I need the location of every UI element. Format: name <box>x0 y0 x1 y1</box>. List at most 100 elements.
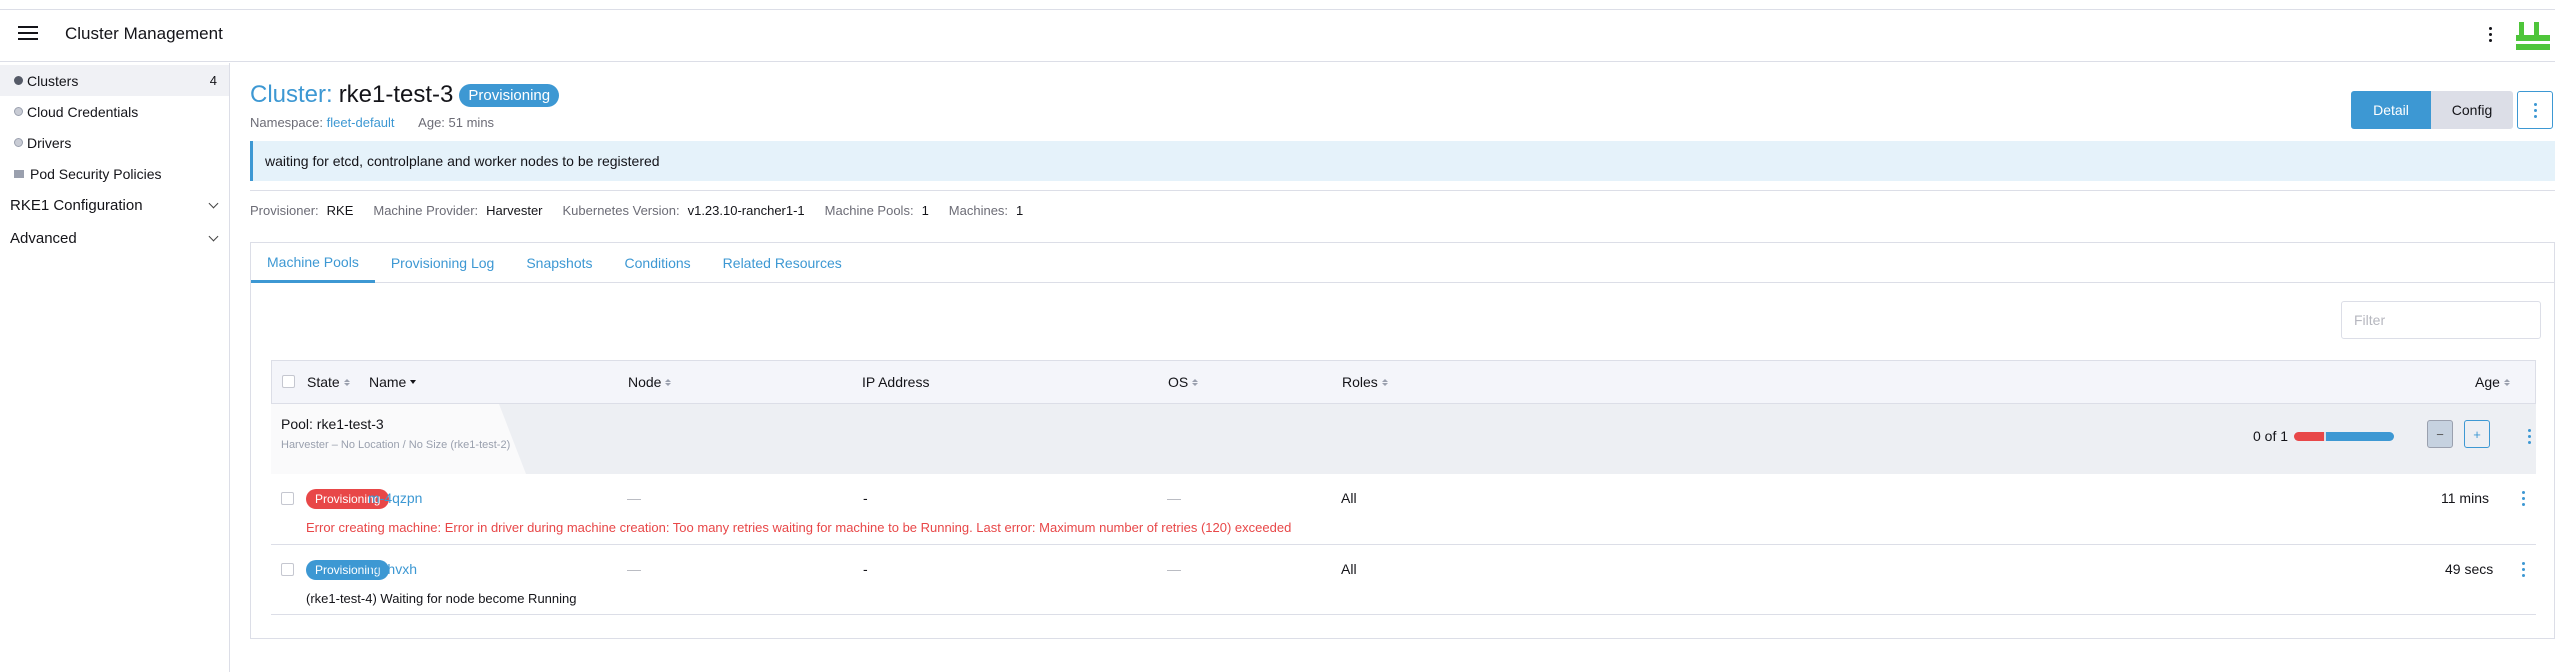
kubernetes-version-value: v1.23.10-rancher1-1 <box>687 203 805 218</box>
sidebar-group-rke1-configuration[interactable]: RKE1 Configuration <box>0 189 229 222</box>
column-node[interactable]: Node <box>628 374 672 390</box>
roles-cell: All <box>1341 490 1357 506</box>
view-toggle: Detail Config <box>2351 91 2553 129</box>
tabs-panel: Machine Pools Provisioning Log Snapshots… <box>250 242 2555 639</box>
sidebar-item-pod-security-policies[interactable]: Pod Security Policies <box>0 158 229 189</box>
tab-provisioning-log[interactable]: Provisioning Log <box>375 243 511 283</box>
status-message: (rke1-test-4) Waiting for node become Ru… <box>306 591 577 606</box>
tab-bar: Machine Pools Provisioning Log Snapshots… <box>251 243 2554 283</box>
os-cell: — <box>1167 490 1181 506</box>
menu-icon[interactable] <box>18 26 38 42</box>
table-row: Provisioning m-lhvxh — - — All 49 secs (… <box>271 545 2536 615</box>
chevron-down-icon <box>208 231 219 242</box>
page-title: Cluster: rke1-test-3 Provisioning <box>250 81 560 109</box>
sidebar-item-clusters[interactable]: Clusters 4 <box>0 65 229 96</box>
provisioner-value: RKE <box>326 203 354 218</box>
table-header: State Name Node IP Address OS Roles Age <box>271 360 2536 404</box>
machine-name-link[interactable]: m-4qzpn <box>368 490 422 506</box>
node-cell: — <box>627 490 641 506</box>
column-label: State <box>307 374 340 390</box>
status-badge: Provisioning <box>459 83 560 107</box>
row-actions-icon[interactable] <box>2518 486 2528 510</box>
machines-value: 1 <box>1016 203 1024 218</box>
sort-icon <box>665 378 672 386</box>
sort-icon <box>2503 378 2510 386</box>
config-button[interactable]: Config <box>2431 91 2513 129</box>
sort-icon <box>410 380 417 384</box>
cluster-icon <box>14 76 23 85</box>
column-label: OS <box>1168 374 1189 390</box>
cluster-age: Age: 51 mins <box>418 115 495 130</box>
credential-icon <box>14 107 23 116</box>
row-checkbox[interactable] <box>281 563 294 576</box>
cluster-meta: Namespace: fleet-default Age: 51 mins <box>250 115 494 130</box>
tab-machine-pools[interactable]: Machine Pools <box>251 243 375 283</box>
namespace-link[interactable]: fleet-default <box>327 115 395 130</box>
os-cell: — <box>1167 561 1181 577</box>
column-age[interactable]: Age <box>2475 374 2510 390</box>
pool-count: 0 of 1 <box>2253 428 2289 444</box>
folder-icon <box>14 169 24 178</box>
sidebar-item-label: Clusters <box>27 72 79 89</box>
machines-table: State Name Node IP Address OS Roles Age … <box>271 360 2536 615</box>
namespace-label: Namespace: <box>250 115 323 130</box>
column-label: Node <box>628 374 662 390</box>
sidebar-item-label: Drivers <box>27 134 72 151</box>
more-options-icon[interactable] <box>2482 22 2498 46</box>
row-checkbox[interactable] <box>281 492 294 505</box>
tab-related-resources[interactable]: Related Resources <box>707 243 858 283</box>
app-header: Cluster Management <box>0 10 2555 62</box>
column-label: Age <box>2475 374 2500 390</box>
sidebar-item-label: Cloud Credentials <box>27 103 139 120</box>
node-cell: — <box>627 561 641 577</box>
age-cell: 11 mins <box>2441 490 2489 506</box>
sort-icon <box>1381 378 1388 386</box>
top-border <box>0 0 2555 10</box>
pool-group-row: Pool: rke1-test-3 Harvester – No Locatio… <box>271 404 2536 474</box>
pool-actions-icon[interactable] <box>2524 424 2534 448</box>
column-state[interactable]: State <box>307 374 350 390</box>
kubernetes-version-label: Kubernetes Version: <box>562 203 680 218</box>
sort-icon <box>1192 378 1199 386</box>
age-cell: 49 secs <box>2445 561 2494 577</box>
filter-input[interactable] <box>2341 301 2541 339</box>
sort-icon <box>343 378 350 386</box>
machine-provider-label: Machine Provider: <box>373 203 479 218</box>
progress-error-segment <box>2294 432 2324 441</box>
column-name[interactable]: Name <box>369 374 417 390</box>
machine-provider-value: Harvester <box>486 203 543 218</box>
sidebar-group-label: Advanced <box>10 230 77 247</box>
table-row: Provisioning m-4qzpn — - — All 11 mins E… <box>271 474 2536 545</box>
roles-cell: All <box>1341 561 1357 577</box>
app-title: Cluster Management <box>65 24 223 43</box>
clusters-count: 4 <box>209 73 217 88</box>
progress-ok-segment <box>2326 432 2394 441</box>
select-all-checkbox[interactable] <box>282 375 295 388</box>
pool-progress-bar <box>2294 432 2394 441</box>
sidebar-item-drivers[interactable]: Drivers <box>0 127 229 158</box>
scale-down-button[interactable]: − <box>2427 420 2453 448</box>
detail-button[interactable]: Detail <box>2351 91 2431 129</box>
column-roles[interactable]: Roles <box>1342 374 1388 390</box>
machines-label: Machines: <box>948 203 1009 218</box>
actions-menu-button[interactable] <box>2517 91 2553 129</box>
title-prefix: Cluster: <box>250 81 333 108</box>
sidebar-item-cloud-credentials[interactable]: Cloud Credentials <box>0 96 229 127</box>
scale-up-button[interactable]: + <box>2464 420 2490 448</box>
sidebar-group-advanced[interactable]: Advanced <box>0 222 229 255</box>
tab-conditions[interactable]: Conditions <box>609 243 707 283</box>
column-os[interactable]: OS <box>1168 374 1199 390</box>
sidebar: Clusters 4 Cloud Credentials Drivers Pod… <box>0 63 230 672</box>
machine-pools-label: Machine Pools: <box>824 203 914 218</box>
driver-icon <box>14 138 23 147</box>
pool-subtitle: Harvester – No Location / No Size (rke1-… <box>281 439 511 451</box>
machine-name-link[interactable]: m-lhvxh <box>368 561 417 577</box>
tab-snapshots[interactable]: Snapshots <box>510 243 608 283</box>
chevron-down-icon <box>208 198 219 209</box>
pool-title: Pool: rke1-test-3 <box>281 416 384 432</box>
logo-icon[interactable] <box>2516 20 2550 52</box>
column-label: Name <box>369 374 407 390</box>
row-actions-icon[interactable] <box>2518 557 2528 581</box>
cluster-info: Provisioner: RKE Machine Provider: Harve… <box>250 203 1043 218</box>
column-label: IP Address <box>862 374 930 390</box>
